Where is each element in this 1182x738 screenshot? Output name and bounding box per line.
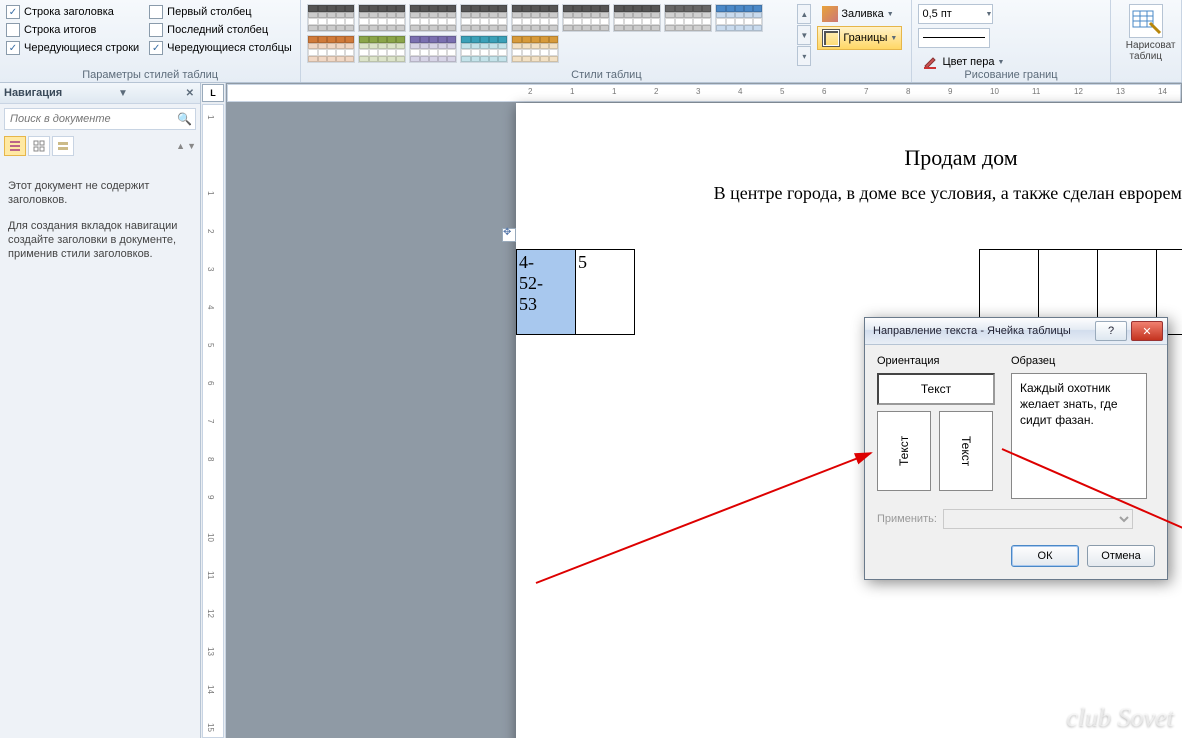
table-style-thumb[interactable] (511, 4, 559, 32)
dialog-titlebar[interactable]: Направление текста - Ячейка таблицы ? ✕ (865, 318, 1167, 345)
orientation-horizontal[interactable]: Текст (877, 373, 995, 405)
gallery-up[interactable]: ▲ (797, 4, 811, 24)
table-styles-gallery[interactable] (307, 4, 797, 62)
group-table-styles: Стили таблиц (301, 69, 911, 81)
nav-prev[interactable]: ▲ (176, 141, 185, 151)
sample-preview: Каждый охотник желает знать, где сидит ф… (1011, 373, 1147, 499)
watermark: club Sovet (1066, 703, 1174, 733)
group-table-style-options: Параметры стилей таблиц (0, 69, 300, 81)
navigation-pane: Навигация ▼ ✕ 🔍 ▲ ▼ Этот документ не сод… (0, 83, 201, 738)
nav-dropdown[interactable]: ▼ (116, 88, 130, 99)
orientation-bottom-to-top[interactable]: Текст (877, 411, 931, 491)
pen-icon (923, 54, 939, 70)
table-cell-selected[interactable]: 4-52-53 (517, 250, 576, 335)
nav-close[interactable]: ✕ (184, 88, 196, 99)
shading-button[interactable]: Заливка▼ (817, 2, 902, 26)
text-direction-dialog: Направление текста - Ячейка таблицы ? ✕ … (864, 317, 1168, 580)
apply-label: Применить: (877, 513, 937, 525)
cancel-button[interactable]: Отмена (1087, 545, 1155, 567)
nav-next[interactable]: ▼ (187, 141, 196, 151)
nav-empty-msg1: Этот документ не содержит заголовков. (8, 179, 192, 208)
tab-selector[interactable]: L (202, 84, 224, 102)
draw-table-icon (1129, 4, 1163, 38)
sample-label: Образец (1011, 355, 1131, 367)
nav-tab-pages[interactable] (28, 136, 50, 156)
table-style-thumb[interactable] (460, 4, 508, 32)
draw-table-button[interactable]: Нарисоваттаблиц (1126, 4, 1166, 62)
table-cell[interactable]: 5 (576, 250, 635, 335)
orientation-label: Ориентация (877, 355, 997, 367)
table-style-thumb[interactable] (613, 4, 661, 32)
table-style-thumb[interactable] (664, 4, 712, 32)
search-icon[interactable]: 🔍 (177, 112, 192, 126)
table-move-handle[interactable] (502, 228, 516, 242)
orientation-top-to-bottom[interactable]: Текст (939, 411, 993, 491)
borders-icon (822, 29, 840, 47)
table-style-thumb[interactable] (715, 4, 763, 32)
dialog-close-button[interactable]: ✕ (1131, 321, 1163, 341)
table-style-thumb[interactable] (358, 35, 406, 63)
chk-total-row[interactable]: Строка итогов (6, 22, 139, 38)
table-style-thumb[interactable] (409, 35, 457, 63)
table-style-thumb[interactable] (460, 35, 508, 63)
gallery-more[interactable]: ▾ (797, 46, 811, 66)
table-style-thumb[interactable] (511, 35, 559, 63)
table-style-thumb[interactable] (307, 4, 355, 32)
pen-style-combo[interactable] (918, 28, 990, 48)
search-input[interactable] (8, 112, 177, 126)
chk-banded-cols[interactable]: Чередующиеся столбцы (149, 40, 292, 56)
chk-banded-rows[interactable]: Чередующиеся строки (6, 40, 139, 56)
doc-title[interactable]: Продам дом (516, 145, 1182, 171)
borders-button[interactable]: Границы▼ (817, 26, 902, 50)
ok-button[interactable]: ОК (1011, 545, 1079, 567)
nav-title: Навигация (4, 87, 62, 99)
chk-first-col[interactable]: Первый столбец (149, 4, 292, 20)
nav-search-box[interactable]: 🔍 (4, 108, 196, 130)
table-style-thumb[interactable] (307, 35, 355, 63)
document-area[interactable]: 21123456789101112131415 Продам дом В цен… (226, 83, 1182, 738)
nav-tab-headings[interactable] (4, 136, 26, 156)
chk-last-col[interactable]: Последний столбец (149, 22, 292, 38)
group-draw-borders: Рисование границ (912, 69, 1109, 81)
nav-empty-msg2: Для создания вкладок навигации создайте … (8, 219, 192, 262)
pen-weight-combo[interactable]: 0,5 пт▼ (918, 4, 993, 24)
gallery-down[interactable]: ▼ (797, 25, 811, 45)
horizontal-ruler[interactable]: 21123456789101112131415 (227, 84, 1181, 102)
doc-subtitle[interactable]: В центре города, в доме все условия, а т… (516, 183, 1182, 204)
vertical-ruler[interactable]: 112345678910111213141516 (202, 104, 224, 738)
table-style-thumb[interactable] (358, 4, 406, 32)
apply-combo (943, 509, 1133, 529)
paint-bucket-icon (822, 6, 838, 22)
nav-tab-results[interactable] (52, 136, 74, 156)
chk-header-row[interactable]: Строка заголовка (6, 4, 139, 20)
table-style-thumb[interactable] (409, 4, 457, 32)
table-style-thumb[interactable] (562, 4, 610, 32)
ribbon: Строка заголовка Строка итогов Чередующи… (0, 0, 1182, 83)
dialog-help-button[interactable]: ? (1095, 321, 1127, 341)
